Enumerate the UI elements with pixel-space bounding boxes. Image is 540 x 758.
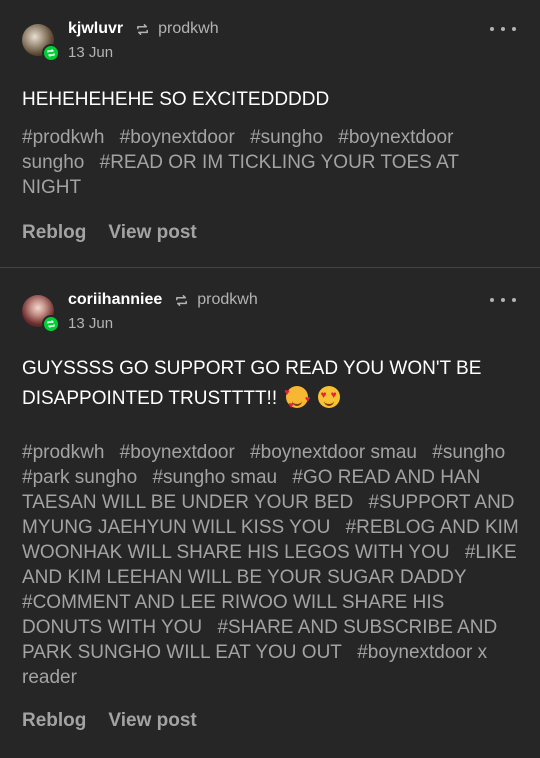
post-body: HEHEHEHEHE SO EXCITEDDDDD (22, 89, 330, 110)
tag[interactable]: #boynextdoor smau (250, 442, 417, 463)
heart-eyes-icon: ♥ ♥ (317, 386, 340, 408)
tag-list: #prodkwh #boynextdoor #boynextdoor smau … (22, 440, 522, 690)
reblog-source[interactable]: prodkwh (197, 291, 257, 309)
more-options-icon[interactable] (490, 20, 516, 38)
post-card: coriihanniee prodkwh 13 Jun GUYSSSS GO S… (0, 267, 540, 758)
post-header: coriihanniee prodkwh 13 Jun (22, 291, 518, 335)
reblog-badge-icon (42, 315, 60, 333)
post-card: kjwluvr prodkwh 13 Jun HEHEHEHEHE SO EXC… (0, 0, 540, 267)
tag[interactable]: #READ OR IM TICKLING YOUR TOES AT NIGHT (22, 152, 459, 198)
post-body: GUYSSSS GO SUPPORT GO READ YOU WON'T BE … (22, 354, 520, 414)
tag[interactable]: #park sungho (22, 467, 137, 488)
reblog-button[interactable]: Reblog (22, 222, 86, 244)
view-post-button[interactable]: View post (108, 710, 196, 732)
post-actions: Reblog View post (22, 710, 219, 732)
tag[interactable]: #sungho (250, 127, 323, 148)
reblog-icon (174, 293, 189, 308)
tag[interactable]: #boynextdoor (120, 442, 235, 463)
name-line: coriihanniee prodkwh (68, 291, 258, 309)
username[interactable]: coriihanniee (68, 291, 162, 309)
name-line: kjwluvr prodkwh (68, 20, 219, 38)
post-actions: Reblog View post (22, 222, 219, 244)
tag[interactable]: #sungho (432, 442, 505, 463)
post-body-text: GUYSSSS GO SUPPORT GO READ YOU WON'T BE … (22, 358, 482, 409)
tag[interactable]: #sungho smau (152, 467, 277, 488)
reblog-source[interactable]: prodkwh (158, 20, 218, 38)
tag[interactable]: #boynextdoor (120, 127, 235, 148)
avatar[interactable] (22, 24, 60, 62)
tag[interactable]: #prodkwh (22, 442, 104, 463)
smiling-face-with-hearts-icon: ♥ ♥ ♥ (284, 386, 311, 410)
tag-list: #prodkwh #boynextdoor #sungho #boynextdo… (22, 125, 522, 200)
post-date[interactable]: 13 Jun (68, 315, 113, 332)
post-date[interactable]: 13 Jun (68, 44, 113, 61)
post-header: kjwluvr prodkwh 13 Jun (22, 20, 518, 64)
reblog-button[interactable]: Reblog (22, 710, 86, 732)
username[interactable]: kjwluvr (68, 20, 123, 38)
tag[interactable]: #prodkwh (22, 127, 104, 148)
avatar[interactable] (22, 295, 60, 333)
reblog-badge-icon (42, 44, 60, 62)
view-post-button[interactable]: View post (108, 222, 196, 244)
more-options-icon[interactable] (490, 291, 516, 309)
reblog-icon (135, 22, 150, 37)
